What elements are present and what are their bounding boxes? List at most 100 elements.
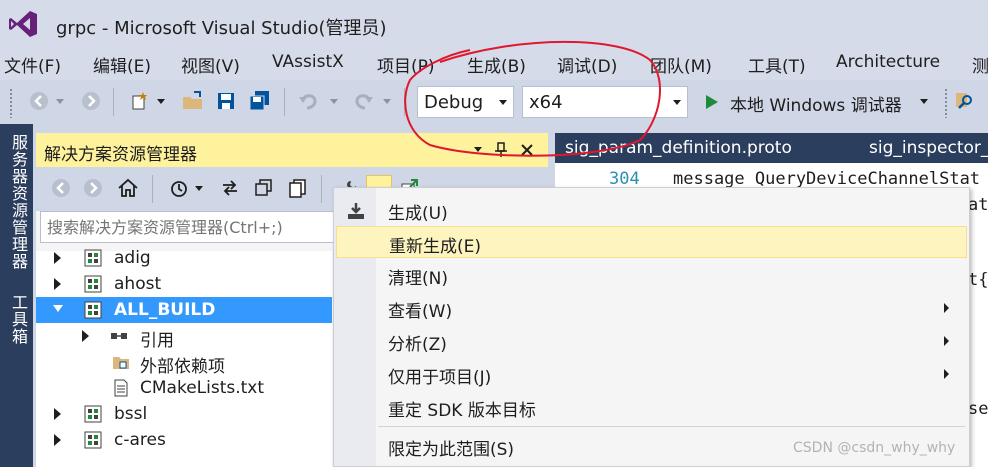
sync-with-active-document-icon[interactable] — [219, 177, 241, 199]
window-position-dropdown-icon[interactable] — [474, 147, 482, 152]
navigate-back-icon[interactable] — [28, 90, 50, 112]
tree-node-label: 引用 — [140, 331, 174, 351]
solution-search-input[interactable] — [41, 212, 335, 242]
solution-explorer-header: 解决方案资源管理器 — [36, 133, 548, 167]
tree-node-bssl[interactable]: bssl — [36, 401, 332, 427]
left-tool-tabs: 服务器资源管理器 工具箱 — [0, 124, 33, 467]
menu-item-analyze[interactable]: 分析(Z) — [336, 325, 967, 357]
tree-node-ahost[interactable]: ahost — [36, 271, 332, 297]
toolbar-separator — [113, 88, 114, 116]
menu-item-build[interactable]: 生成(U) — [336, 194, 967, 226]
server-explorer-tab[interactable]: 服务器资源管理器 — [5, 134, 28, 270]
expand-arrow-icon[interactable] — [54, 434, 61, 446]
save-all-icon[interactable] — [249, 90, 271, 112]
references-icon — [111, 333, 127, 339]
tree-node-external-dependencies[interactable]: 外部依赖项 — [36, 349, 332, 377]
toolbox-tab[interactable]: 工具箱 — [5, 294, 28, 345]
forward-icon[interactable] — [82, 177, 104, 199]
back-dropdown-icon[interactable] — [54, 90, 66, 112]
filter-dropdown-icon[interactable] — [193, 177, 205, 199]
new-dropdown-icon[interactable] — [155, 90, 167, 112]
solution-platform-dropdown[interactable]: x64 — [522, 86, 688, 118]
menu-item-label: 清理(N) — [388, 269, 448, 289]
expand-arrow-icon[interactable] — [54, 408, 61, 420]
menu-view[interactable]: 视图(V) — [181, 52, 240, 77]
tree-node-c-ares[interactable]: c-ares — [36, 427, 332, 453]
code-fragment: t{ — [968, 270, 988, 290]
menu-item-label: 重新生成(E) — [389, 237, 482, 257]
submenu-arrow-icon — [944, 369, 949, 379]
submenu-arrow-icon — [944, 336, 949, 346]
start-debugging-button[interactable]: 本地 Windows 调试器 — [702, 88, 938, 116]
collapse-all-icon[interactable] — [253, 177, 275, 199]
menu-item-project-only[interactable]: 仅用于项目(J) — [336, 358, 967, 390]
code-line: message QueryDeviceChannelStat — [673, 169, 981, 189]
toolbar-grip[interactable] — [944, 88, 948, 118]
toolbar-grip[interactable] — [9, 88, 13, 118]
project-icon — [84, 301, 102, 319]
tree-node-label: c-ares — [114, 430, 166, 450]
tree-node-label: bssl — [114, 404, 148, 424]
project-icon — [84, 405, 102, 423]
redo-dropdown-icon[interactable] — [381, 90, 393, 112]
solution-search-box[interactable] — [40, 211, 336, 243]
solution-explorer-title: 解决方案资源管理器 — [44, 145, 197, 165]
chevron-down-icon — [491, 87, 513, 117]
code-fragment: se — [968, 399, 988, 419]
redo-icon[interactable] — [352, 90, 374, 112]
watermark: CSDN @csdn_why_why — [793, 440, 956, 456]
menu-file[interactable]: 文件(F) — [4, 52, 61, 77]
pending-changes-filter-icon[interactable] — [167, 177, 189, 199]
close-icon[interactable] — [520, 143, 534, 157]
menu-item-label: 分析(Z) — [388, 335, 447, 355]
menu-item-retarget-sdk[interactable]: 重定 SDK 版本目标 — [336, 391, 967, 423]
find-in-files-icon[interactable] — [953, 90, 975, 112]
expand-arrow-icon[interactable] — [54, 252, 61, 264]
menu-item-label: 查看(W) — [388, 302, 453, 322]
show-all-files-icon[interactable] — [287, 177, 309, 199]
expand-arrow-icon[interactable] — [54, 278, 61, 290]
platform-value: x64 — [529, 92, 563, 113]
menu-item-clean[interactable]: 清理(N) — [336, 259, 967, 291]
tree-node-label: CMakeLists.txt — [140, 378, 265, 398]
menu-debug[interactable]: 调试(D) — [557, 52, 617, 77]
home-icon[interactable] — [117, 177, 139, 199]
project-context-menu: 生成(U) 重新生成(E) 清理(N) 查看(W) 分析(Z) 仅用于项目(J)… — [333, 187, 970, 467]
menu-separator — [378, 426, 965, 427]
menu-bar: 文件(F) 编辑(E) 视图(V) VAssistX 项目(P) 生成(B) 调… — [0, 46, 988, 80]
tree-node-label: ahost — [114, 274, 162, 294]
tree-node-adig[interactable]: adig — [36, 245, 332, 271]
menu-build[interactable]: 生成(B) — [467, 52, 526, 77]
new-project-icon[interactable] — [128, 90, 150, 112]
menu-vassistx[interactable]: VAssistX — [272, 52, 344, 72]
menu-team[interactable]: 团队(M) — [650, 52, 712, 77]
pin-icon[interactable] — [494, 142, 508, 158]
undo-dropdown-icon[interactable] — [328, 90, 340, 112]
tree-node-references[interactable]: 引用 — [36, 323, 332, 351]
solution-configuration-dropdown[interactable]: Debug — [417, 86, 514, 118]
navigate-forward-icon[interactable] — [80, 90, 102, 112]
menu-architecture[interactable]: Architecture — [836, 52, 940, 72]
collapse-arrow-icon[interactable] — [53, 305, 63, 312]
tab-sig-inspector[interactable]: sig_inspector_ — [869, 138, 988, 158]
menu-item-rebuild[interactable]: 重新生成(E) — [336, 226, 967, 258]
project-icon — [84, 431, 102, 449]
chevron-down-icon[interactable] — [920, 99, 928, 104]
editor-tab-strip: sig_param_definition.proto sig_inspector… — [555, 133, 988, 163]
menu-project[interactable]: 项目(P) — [377, 52, 435, 77]
menu-test[interactable]: 测 — [972, 52, 988, 77]
tree-node-cmakelists[interactable]: CMakeLists.txt — [36, 375, 332, 401]
menu-item-label: 重定 SDK 版本目标 — [388, 401, 536, 421]
undo-icon[interactable] — [298, 90, 320, 112]
expand-arrow-icon[interactable] — [82, 330, 89, 342]
menu-tools[interactable]: 工具(T) — [748, 52, 806, 77]
tab-sig-param-definition[interactable]: sig_param_definition.proto — [565, 138, 792, 158]
menu-edit[interactable]: 编辑(E) — [93, 52, 151, 77]
save-icon[interactable] — [215, 90, 237, 112]
back-icon[interactable] — [50, 177, 72, 199]
menu-item-view[interactable]: 查看(W) — [336, 292, 967, 324]
open-folder-icon[interactable] — [182, 90, 204, 112]
code-fragment: at — [968, 195, 988, 215]
tree-node-all-build[interactable]: ALL_BUILD — [36, 297, 332, 323]
menu-item-label: 仅用于项目(J) — [388, 368, 492, 388]
